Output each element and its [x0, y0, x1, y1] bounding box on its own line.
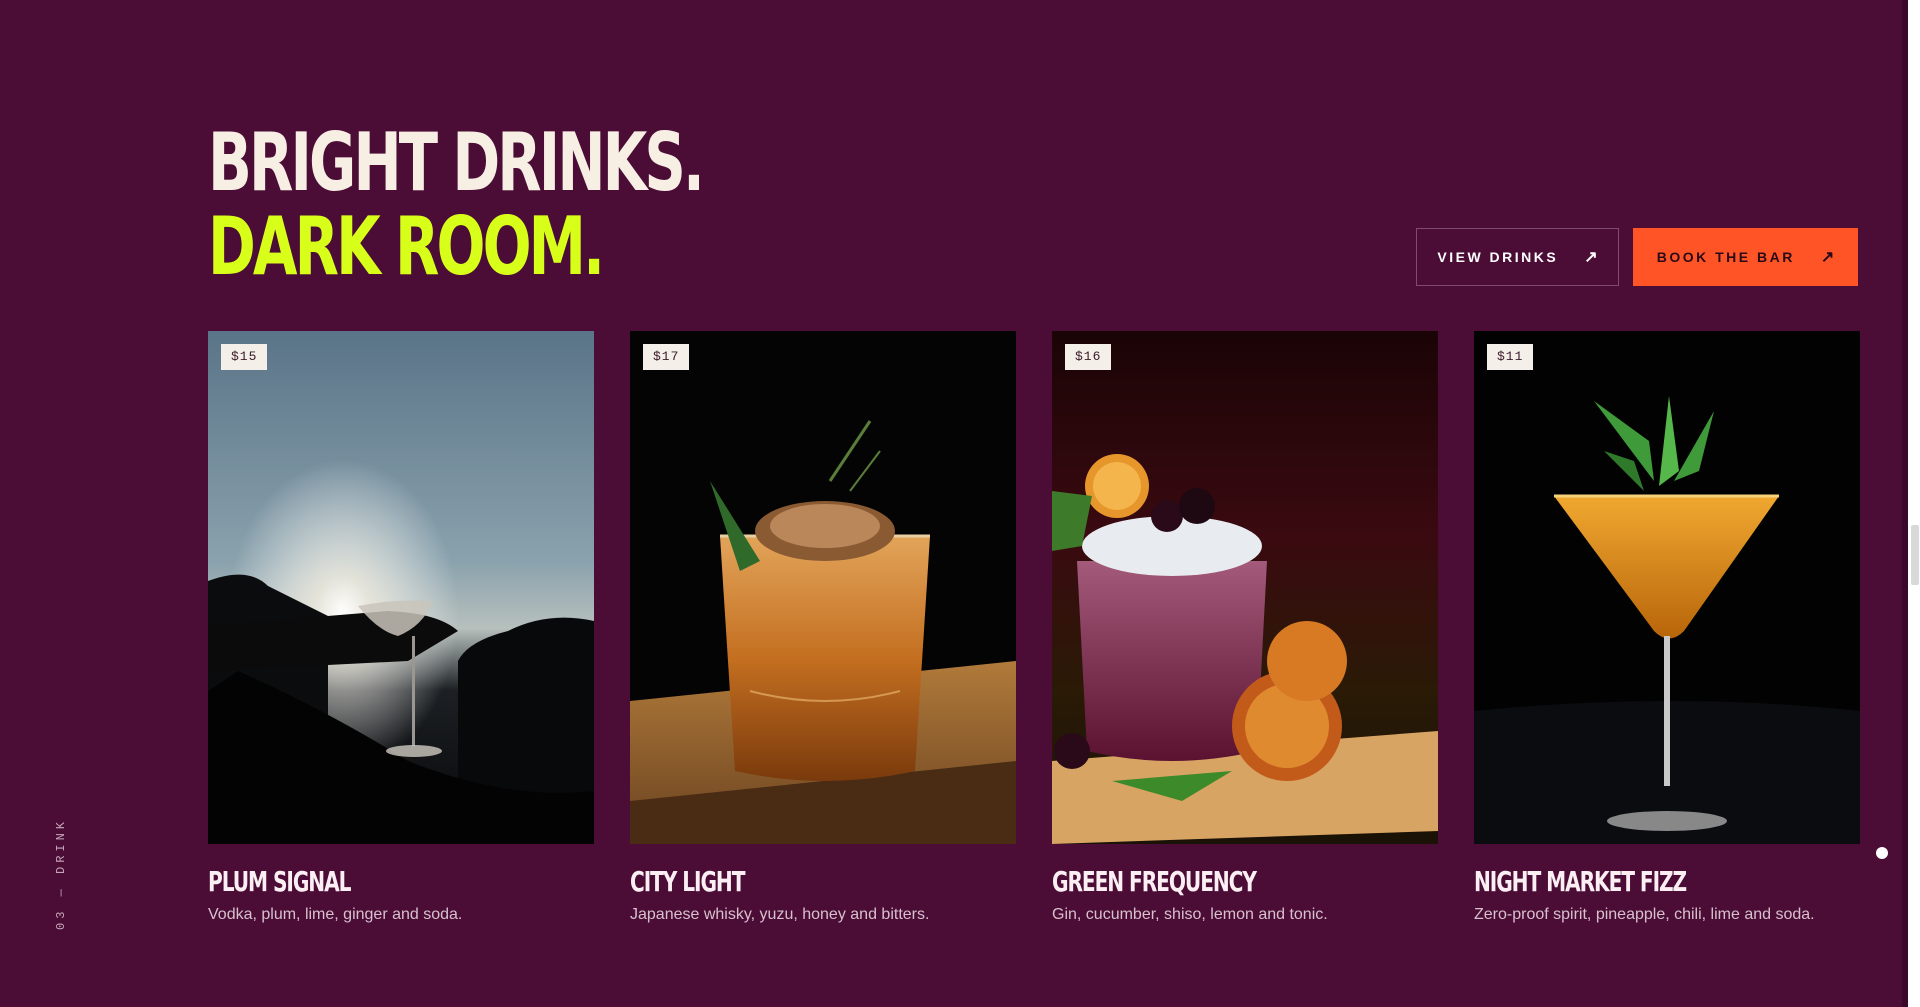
price-badge: $11 — [1487, 344, 1534, 370]
book-the-bar-label: BOOK THE BAR — [1656, 249, 1795, 265]
drink-photo: $17 — [630, 331, 1016, 844]
drink-card[interactable]: $16 GREEN FREQUENCY Gin, cucumber, shiso… — [1052, 331, 1438, 924]
arrow-up-right-icon: ↗ — [1820, 249, 1835, 266]
drink-name: NIGHT MARKET FIZZ — [1474, 865, 1687, 898]
view-drinks-button[interactable]: VIEW DRINKS ↗ — [1416, 228, 1619, 286]
whisky-glass-image — [630, 331, 1016, 844]
view-drinks-label: VIEW DRINKS — [1437, 249, 1559, 265]
drink-card[interactable]: $15 PLUM SIGNAL Vodka, plum, lime, ginge… — [208, 331, 594, 924]
berry-cocktail-image — [1052, 331, 1438, 844]
drink-description: Vodka, plum, lime, ginger and soda. — [208, 906, 463, 923]
drink-description: Zero-proof spirit, pineapple, chili, lim… — [1474, 906, 1815, 923]
price-badge: $16 — [1065, 344, 1112, 370]
headline: BRIGHT DRINKS. DARK ROOM. — [208, 118, 894, 292]
coupe-silhouette-image — [208, 331, 594, 844]
drink-photo: $16 — [1052, 331, 1438, 844]
drink-description: Japanese whisky, yuzu, honey and bitters… — [630, 906, 930, 923]
headline-line-2: DARK ROOM. — [208, 200, 605, 293]
scrollbar-thumb[interactable] — [1911, 525, 1919, 585]
headline-line-1: BRIGHT DRINKS. — [208, 116, 705, 209]
book-the-bar-button[interactable]: BOOK THE BAR ↗ — [1633, 228, 1858, 286]
drink-photo: $11 — [1474, 331, 1860, 844]
drink-description: Gin, cucumber, shiso, lemon and tonic. — [1052, 906, 1328, 923]
martini-glass-image — [1474, 331, 1860, 844]
drink-card[interactable]: $17 CITY LIGHT Japanese whisky, yuzu, ho… — [630, 331, 1016, 924]
drink-photo: $15 — [208, 331, 594, 844]
scrollbar[interactable] — [1908, 0, 1920, 1007]
drink-name: CITY LIGHT — [630, 865, 745, 898]
price-badge: $17 — [643, 344, 690, 370]
drink-name: PLUM SIGNAL — [208, 865, 351, 898]
page: 03 — DRINK BRIGHT DRINKS. DARK ROOM. VIE… — [0, 0, 1920, 1007]
drink-card[interactable]: $11 NIGHT MARKET FIZZ Zero-proof spirit,… — [1474, 331, 1860, 924]
price-badge: $15 — [221, 344, 268, 370]
pagination-dot[interactable] — [1876, 847, 1888, 859]
arrow-up-right-icon: ↗ — [1584, 249, 1598, 266]
section-label: 03 — DRINK — [54, 817, 68, 930]
drink-name: GREEN FREQUENCY — [1052, 865, 1257, 898]
